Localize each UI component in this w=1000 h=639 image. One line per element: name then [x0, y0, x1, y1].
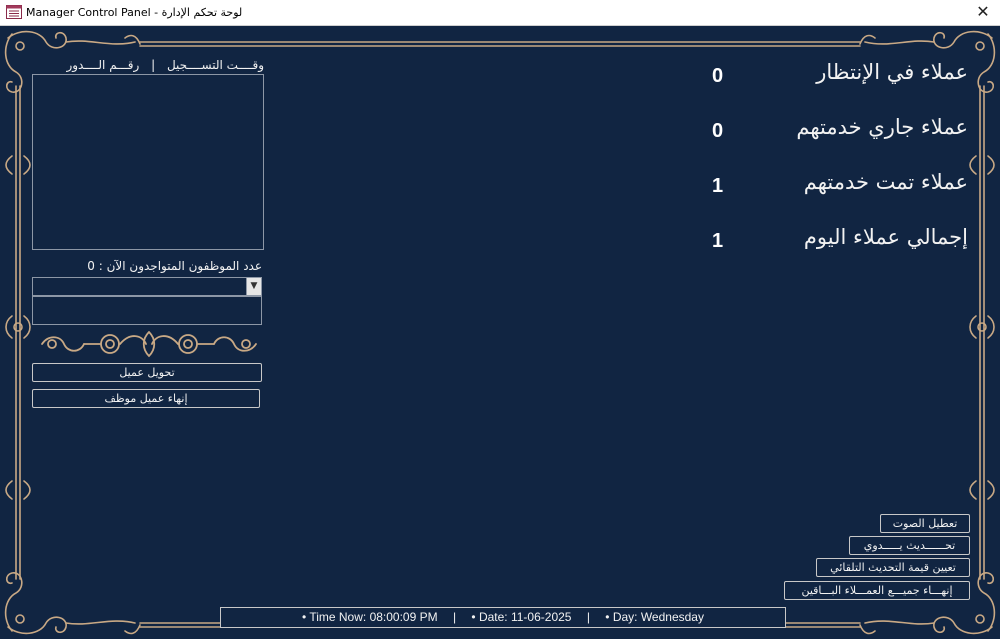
title-bar: Manager Control Panel - لوحة تحكم الإدار…	[0, 0, 1000, 26]
staff-info-box	[32, 296, 262, 325]
current-time: • Time Now: 08:00:09 PM	[302, 610, 438, 624]
stat-value-total-today: 1	[712, 230, 724, 252]
staff-dropdown[interactable]: ▼	[32, 277, 262, 296]
column-separator: |	[151, 58, 156, 72]
stat-label-served: عملاء تمت خدمتهم	[803, 170, 968, 194]
disable-sound-button[interactable]: تعطيل الصوت	[880, 514, 970, 533]
current-day: • Day: Wednesday	[605, 610, 704, 624]
staff-count-label: عدد الموظفون المتواجدون الآن : 0	[87, 259, 262, 273]
queue-listbox[interactable]	[32, 74, 264, 250]
manual-refresh-button[interactable]: تحــــــديث يـــــدوي	[849, 536, 970, 555]
stat-label-total-today: إجمالي عملاء اليوم	[803, 225, 968, 249]
column-registration-time: وقــــت التســــجيل	[166, 58, 264, 72]
end-all-remaining-button[interactable]: إنهـــاء جميـــع العمـــلاء البـــاقين	[784, 581, 970, 600]
chevron-down-icon[interactable]: ▼	[246, 278, 261, 295]
form-window-icon	[6, 5, 22, 19]
set-auto-refresh-button[interactable]: تعيين قيمة التحديث التلقائي	[816, 558, 970, 577]
close-icon: ✕	[976, 2, 990, 21]
status-separator: |	[452, 610, 457, 624]
stat-value-served: 1	[712, 175, 724, 197]
status-separator: |	[586, 610, 590, 624]
end-employee-client-button[interactable]: إنهاء عميل موظف	[32, 389, 260, 408]
stat-label-waiting: عملاء في الإنتظار	[816, 60, 968, 84]
stat-label-being-served: عملاء جاري خدمتهم	[796, 115, 968, 139]
current-date: • Date: 11-06-2025	[471, 610, 572, 624]
column-queue-number: رقـــم الــــدور	[66, 58, 140, 72]
transfer-client-button[interactable]: تحويل عميل	[32, 363, 262, 382]
status-bar: • Time Now: 08:00:09 PM | • Date: 11-06-…	[220, 607, 786, 628]
queue-list-header: وقــــت التســــجيل | رقـــم الــــدور	[34, 58, 264, 72]
decorative-scroll-ornament	[41, 331, 257, 358]
close-button[interactable]: ✕	[966, 0, 1000, 25]
stat-value-being-served: 0	[712, 120, 724, 142]
window-title: Manager Control Panel - لوحة تحكم الإدار…	[26, 6, 243, 19]
stat-value-waiting: 0	[712, 65, 724, 87]
main-panel: عملاء في الإنتظار 0 عملاء جاري خدمتهم 0 …	[0, 26, 1000, 639]
